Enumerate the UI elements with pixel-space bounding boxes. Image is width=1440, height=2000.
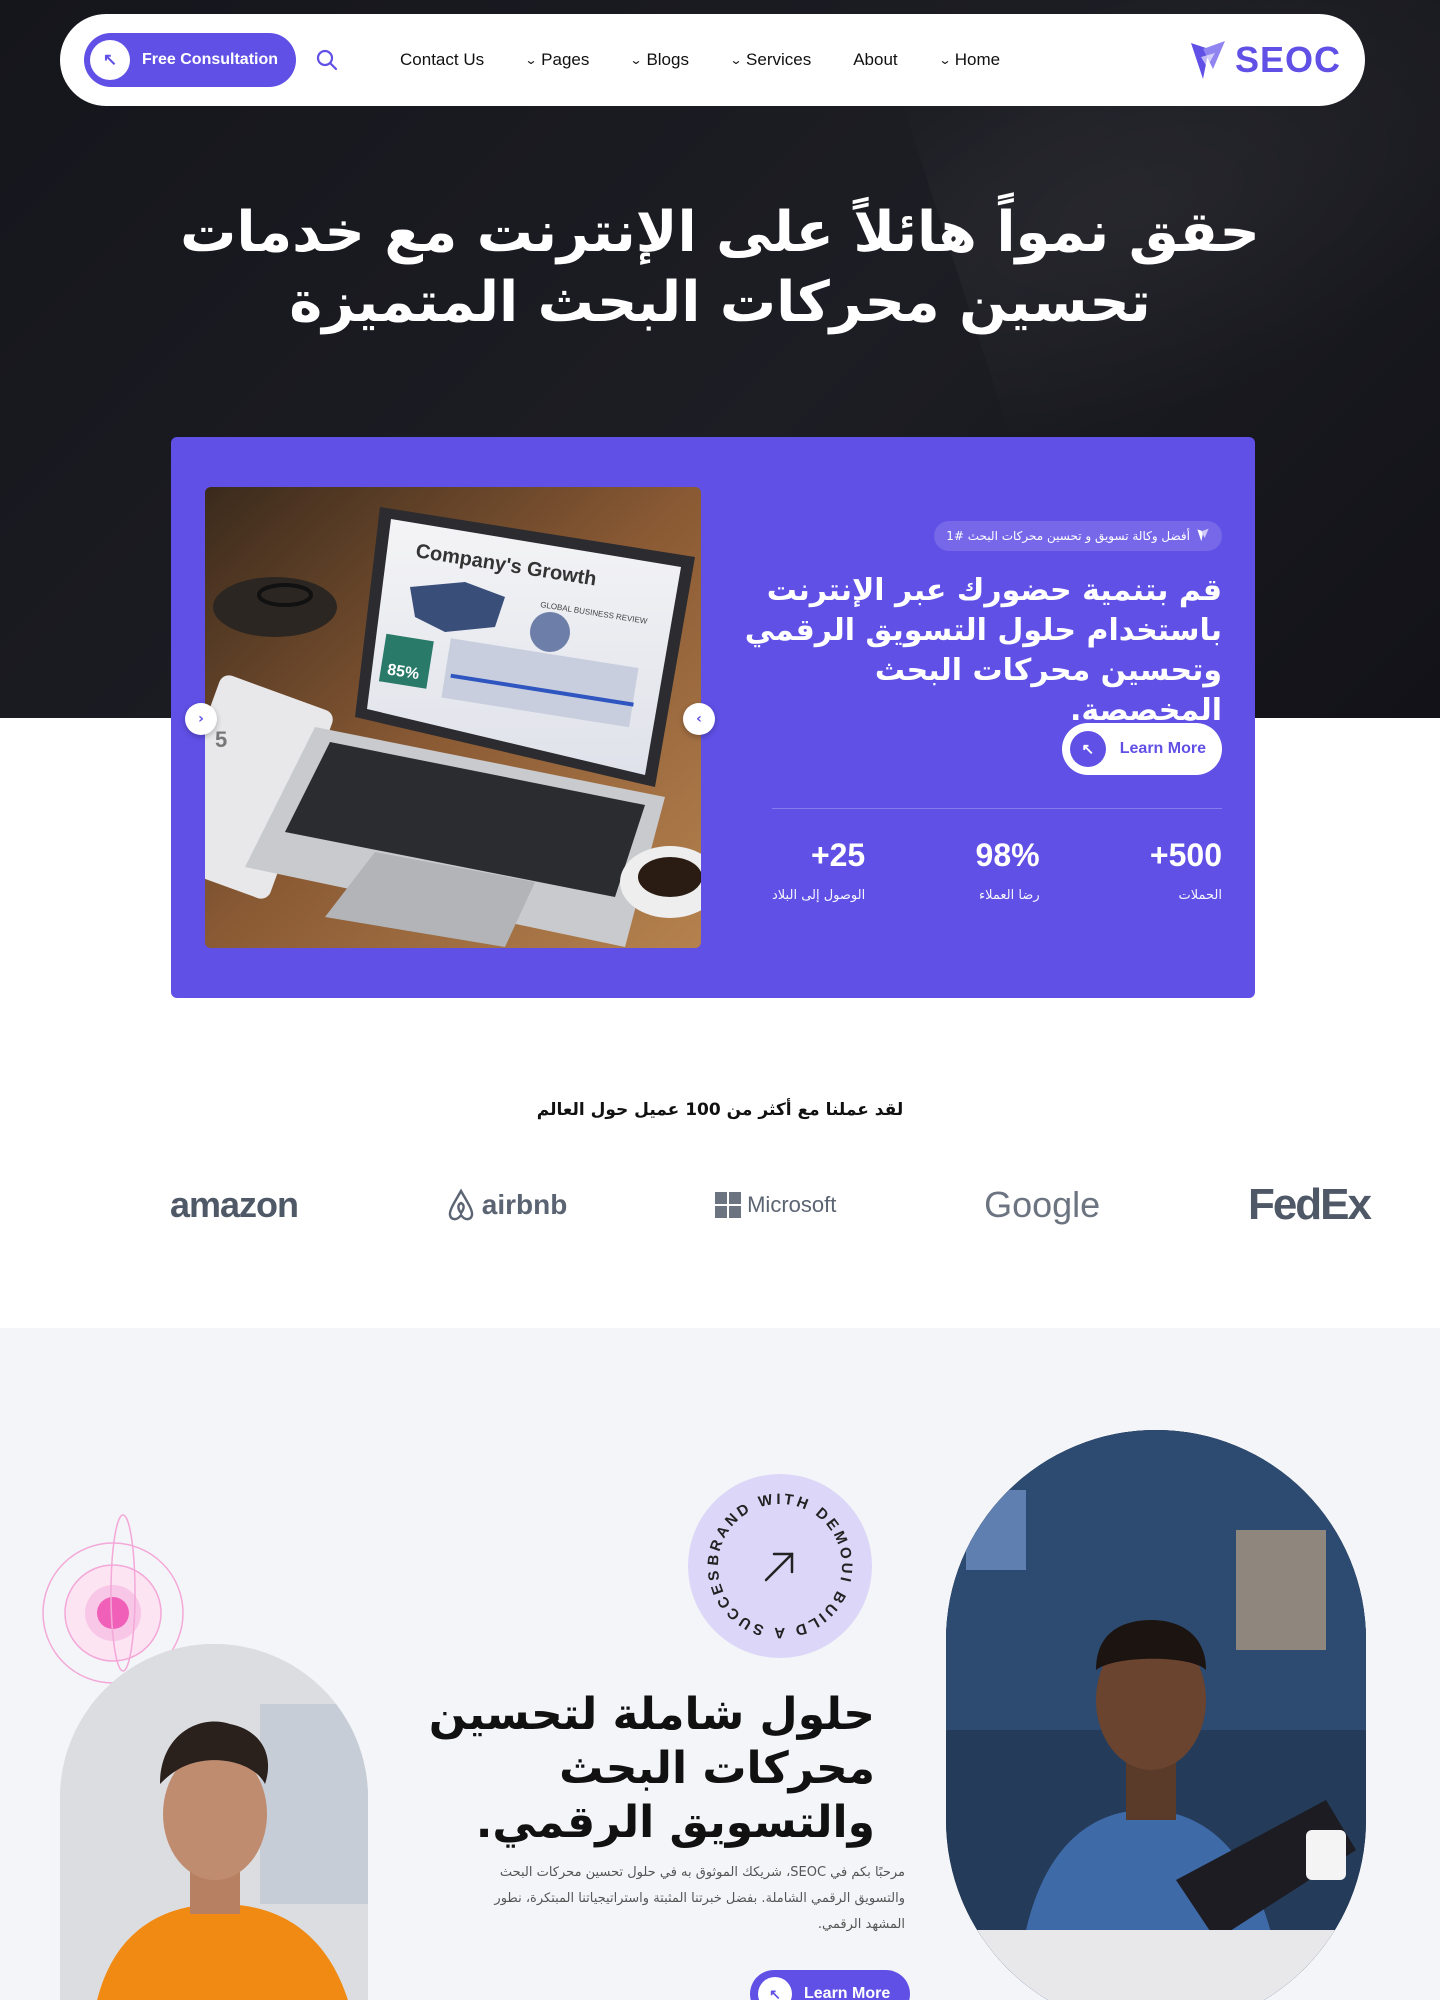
stat-countries: +25 الوصول إلى البلاد <box>772 837 865 903</box>
laptop-photo: Company's Growth GLOBAL BUSINESS REVIEW … <box>205 487 701 948</box>
fedex-wordmark: FedEx <box>1247 1180 1372 1229</box>
amazon-logo: amazon <box>170 1184 299 1226</box>
airbnb-wordmark: airbnb <box>481 1189 568 1220</box>
arrow-up-left-icon: ↖ <box>758 1977 792 2000</box>
section-title-line: محركات البحث <box>559 1743 875 1794</box>
microsoft-wordmark: Microsoft <box>747 1192 837 1217</box>
site-logo[interactable]: SEOC <box>1189 39 1341 81</box>
fedex-logo: FedEx <box>1247 1180 1372 1230</box>
card-divider <box>772 808 1222 809</box>
nav-label: Services <box>746 50 812 69</box>
main-nav: Contact Us ⌄ Pages ⌄ Blogs ⌄ Services Ab… <box>400 50 1000 70</box>
stat-value: +500 <box>1149 837 1222 873</box>
slider-next-arrow[interactable]: ‹ <box>683 703 715 735</box>
chevron-down-icon: ⌄ <box>629 53 643 67</box>
arrow-up-right-icon <box>764 1552 794 1582</box>
stat-label: رضا العملاء <box>978 888 1040 903</box>
section-description: مرحبًا بكم في SEOC، شريكك الموثوق به في … <box>494 1865 905 1932</box>
stats-row: +500 الحملات 98% رضا العملاء +25 الوصول … <box>772 837 1222 903</box>
presenter-photo <box>946 1430 1366 2000</box>
microsoft-logo: Microsoft <box>715 1192 836 1218</box>
hero-card: Company's Growth GLOBAL BUSINESS REVIEW … <box>171 437 1255 998</box>
learn-more-label: Learn More <box>804 1985 891 2000</box>
stat-campaigns: +500 الحملات <box>1150 837 1222 903</box>
nav-services[interactable]: ⌄ Services <box>729 50 812 70</box>
logo-text: SEOC <box>1234 39 1341 80</box>
chevron-down-icon: ⌄ <box>524 53 538 67</box>
stat-label: الحملات <box>1178 888 1222 903</box>
section-title: حلول شاملة لتحسين محركات البحث والتسويق … <box>400 1688 875 1850</box>
nav-blogs[interactable]: ⌄ Blogs <box>629 50 689 70</box>
google-wordmark: Google <box>984 1184 1101 1225</box>
card-learn-more-button[interactable]: ↖ Learn More <box>1061 723 1222 775</box>
header-actions: ↖ Free Consultation <box>84 33 340 87</box>
card-heading: قم بتنمية حضورك عبر الإنترنت باستخدام حل… <box>722 571 1222 731</box>
free-consultation-label: Free Consultation <box>142 51 279 68</box>
nav-home[interactable]: ⌄ Home <box>938 50 1001 70</box>
logo-icon <box>1190 41 1225 79</box>
free-consultation-button[interactable]: ↖ Free Consultation <box>84 33 297 87</box>
nav-label: Contact Us <box>400 50 485 69</box>
nav-about[interactable]: About <box>853 50 897 70</box>
chevron-down-icon: ⌄ <box>938 53 952 67</box>
card-heading-line: باستخدام حلول التسويق الرقمي <box>744 613 1222 648</box>
nav-label: Blogs <box>646 50 689 69</box>
site-header: ↖ Free Consultation Contact Us ⌄ Pages ⌄… <box>60 14 1365 106</box>
badge-logo-icon <box>1196 528 1210 545</box>
hero-title: حقق نمواً هائلاً على الإنترنت مع خدمات ت… <box>140 198 1300 338</box>
search-icon[interactable] <box>314 47 340 73</box>
stat-label: الوصول إلى البلاد <box>772 888 866 903</box>
amazon-wordmark: amazon <box>170 1184 299 1225</box>
microsoft-icon <box>715 1192 742 1218</box>
stat-value: 98% <box>975 837 1040 873</box>
section-title-line: والتسويق الرقمي. <box>475 1797 875 1848</box>
hero-title-line: تحسين محركات البحث المتميزة <box>289 270 1151 335</box>
man-laptop-photo <box>60 1644 368 2000</box>
arrow-up-left-icon: ↖ <box>1069 731 1106 767</box>
airbnb-icon <box>448 1188 474 1221</box>
nav-contact-us[interactable]: Contact Us <box>400 50 484 70</box>
about-section: BRAND WITH DEMOUI BUILD A SUCCESS حلول ش… <box>0 1328 1440 2000</box>
rotating-brand-badge[interactable]: BRAND WITH DEMOUI BUILD A SUCCESS <box>681 1461 872 1658</box>
agency-badge: أفضل وكالة تسويق و تحسين محركات البحث #1 <box>934 521 1222 551</box>
card-heading-line: قم بتنمية حضورك عبر الإنترنت <box>766 573 1222 608</box>
nav-label: Pages <box>541 50 590 69</box>
google-logo: Google <box>984 1184 1100 1226</box>
chevron-down-icon: ⌄ <box>729 53 743 67</box>
chevron-left-icon: ‹ <box>696 711 702 727</box>
section-title-line: حلول شاملة لتحسين <box>428 1689 875 1740</box>
nav-label: About <box>853 50 898 69</box>
arrow-up-left-icon: ↖ <box>90 40 130 80</box>
nav-pages[interactable]: ⌄ Pages <box>524 50 590 70</box>
stat-value: +25 <box>810 837 866 873</box>
side-number: 5 <box>215 727 227 752</box>
airbnb-logo: airbnb <box>446 1188 568 1222</box>
card-heading-line: وتحسين محركات البحث المخصصة. <box>874 653 1222 728</box>
nav-label: Home <box>954 50 1001 69</box>
chevron-right-icon: › <box>198 711 204 727</box>
client-logos: amazon airbnb Microsoft Google FedEx <box>170 1180 1372 1230</box>
section-learn-more-button[interactable]: ↖ Learn More <box>750 1970 911 2000</box>
clients-title: لقد عملنا مع أكثر من 100 عميل حول العالم <box>536 1100 904 1120</box>
badge-text: أفضل وكالة تسويق و تحسين محركات البحث #1 <box>946 529 1190 543</box>
slider-prev-arrow[interactable]: › <box>185 703 217 735</box>
stat-satisfaction: 98% رضا العملاء <box>976 837 1040 903</box>
hero-title-line: حقق نمواً هائلاً على الإنترنت مع خدمات <box>180 200 1260 265</box>
learn-more-label: Learn More <box>1119 740 1206 757</box>
